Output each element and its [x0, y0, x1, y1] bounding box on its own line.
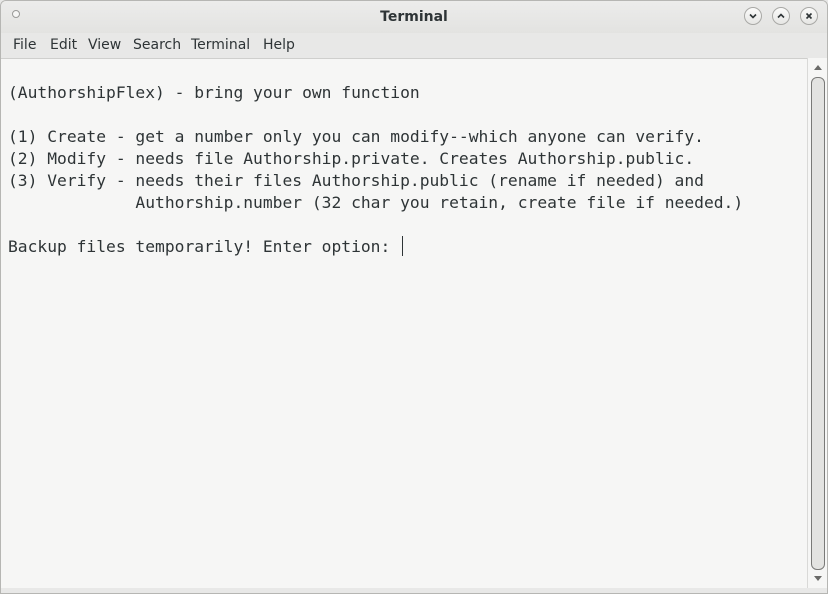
window-bottom-border [1, 588, 827, 593]
terminal-window: Terminal File Edit View Search Terminal … [0, 0, 828, 594]
menu-terminal[interactable]: Terminal [191, 37, 250, 53]
close-icon [805, 12, 813, 20]
menu-help[interactable]: Help [263, 37, 295, 53]
terminal-output[interactable]: (AuthorshipFlex) - bring your own functi… [1, 58, 807, 589]
scroll-up-arrow-icon[interactable] [814, 65, 822, 70]
terminal-line: (2) Modify - needs file Authorship.priva… [8, 149, 695, 168]
maximize-button[interactable] [772, 7, 790, 25]
window-title: Terminal [380, 9, 448, 25]
menu-file[interactable]: File [13, 37, 36, 53]
chevron-down-icon [749, 13, 757, 19]
close-button[interactable] [800, 7, 818, 25]
menu-search[interactable]: Search [133, 37, 181, 53]
menu-bar: File Edit View Search Terminal Help [1, 33, 827, 58]
minimize-button[interactable] [744, 7, 762, 25]
menu-view[interactable]: View [88, 37, 121, 53]
title-bar[interactable]: Terminal [1, 1, 827, 33]
terminal-prompt-line[interactable]: Backup files temporarily! Enter option: [8, 236, 404, 258]
terminal-line: (AuthorshipFlex) - bring your own functi… [8, 83, 420, 102]
chevron-up-icon [777, 13, 785, 19]
scrollbar-thumb[interactable] [811, 77, 825, 570]
menu-edit[interactable]: Edit [50, 37, 77, 53]
terminal-line: (1) Create - get a number only you can m… [8, 127, 704, 146]
terminal-line: Authorship.number (32 char you retain, c… [8, 193, 744, 212]
vertical-scrollbar[interactable] [807, 58, 827, 588]
text-cursor [402, 236, 404, 256]
scroll-down-arrow-icon[interactable] [814, 576, 822, 581]
terminal-prompt: Backup files temporarily! Enter option: [8, 237, 401, 256]
terminal-line: (3) Verify - needs their files Authorshi… [8, 171, 704, 190]
